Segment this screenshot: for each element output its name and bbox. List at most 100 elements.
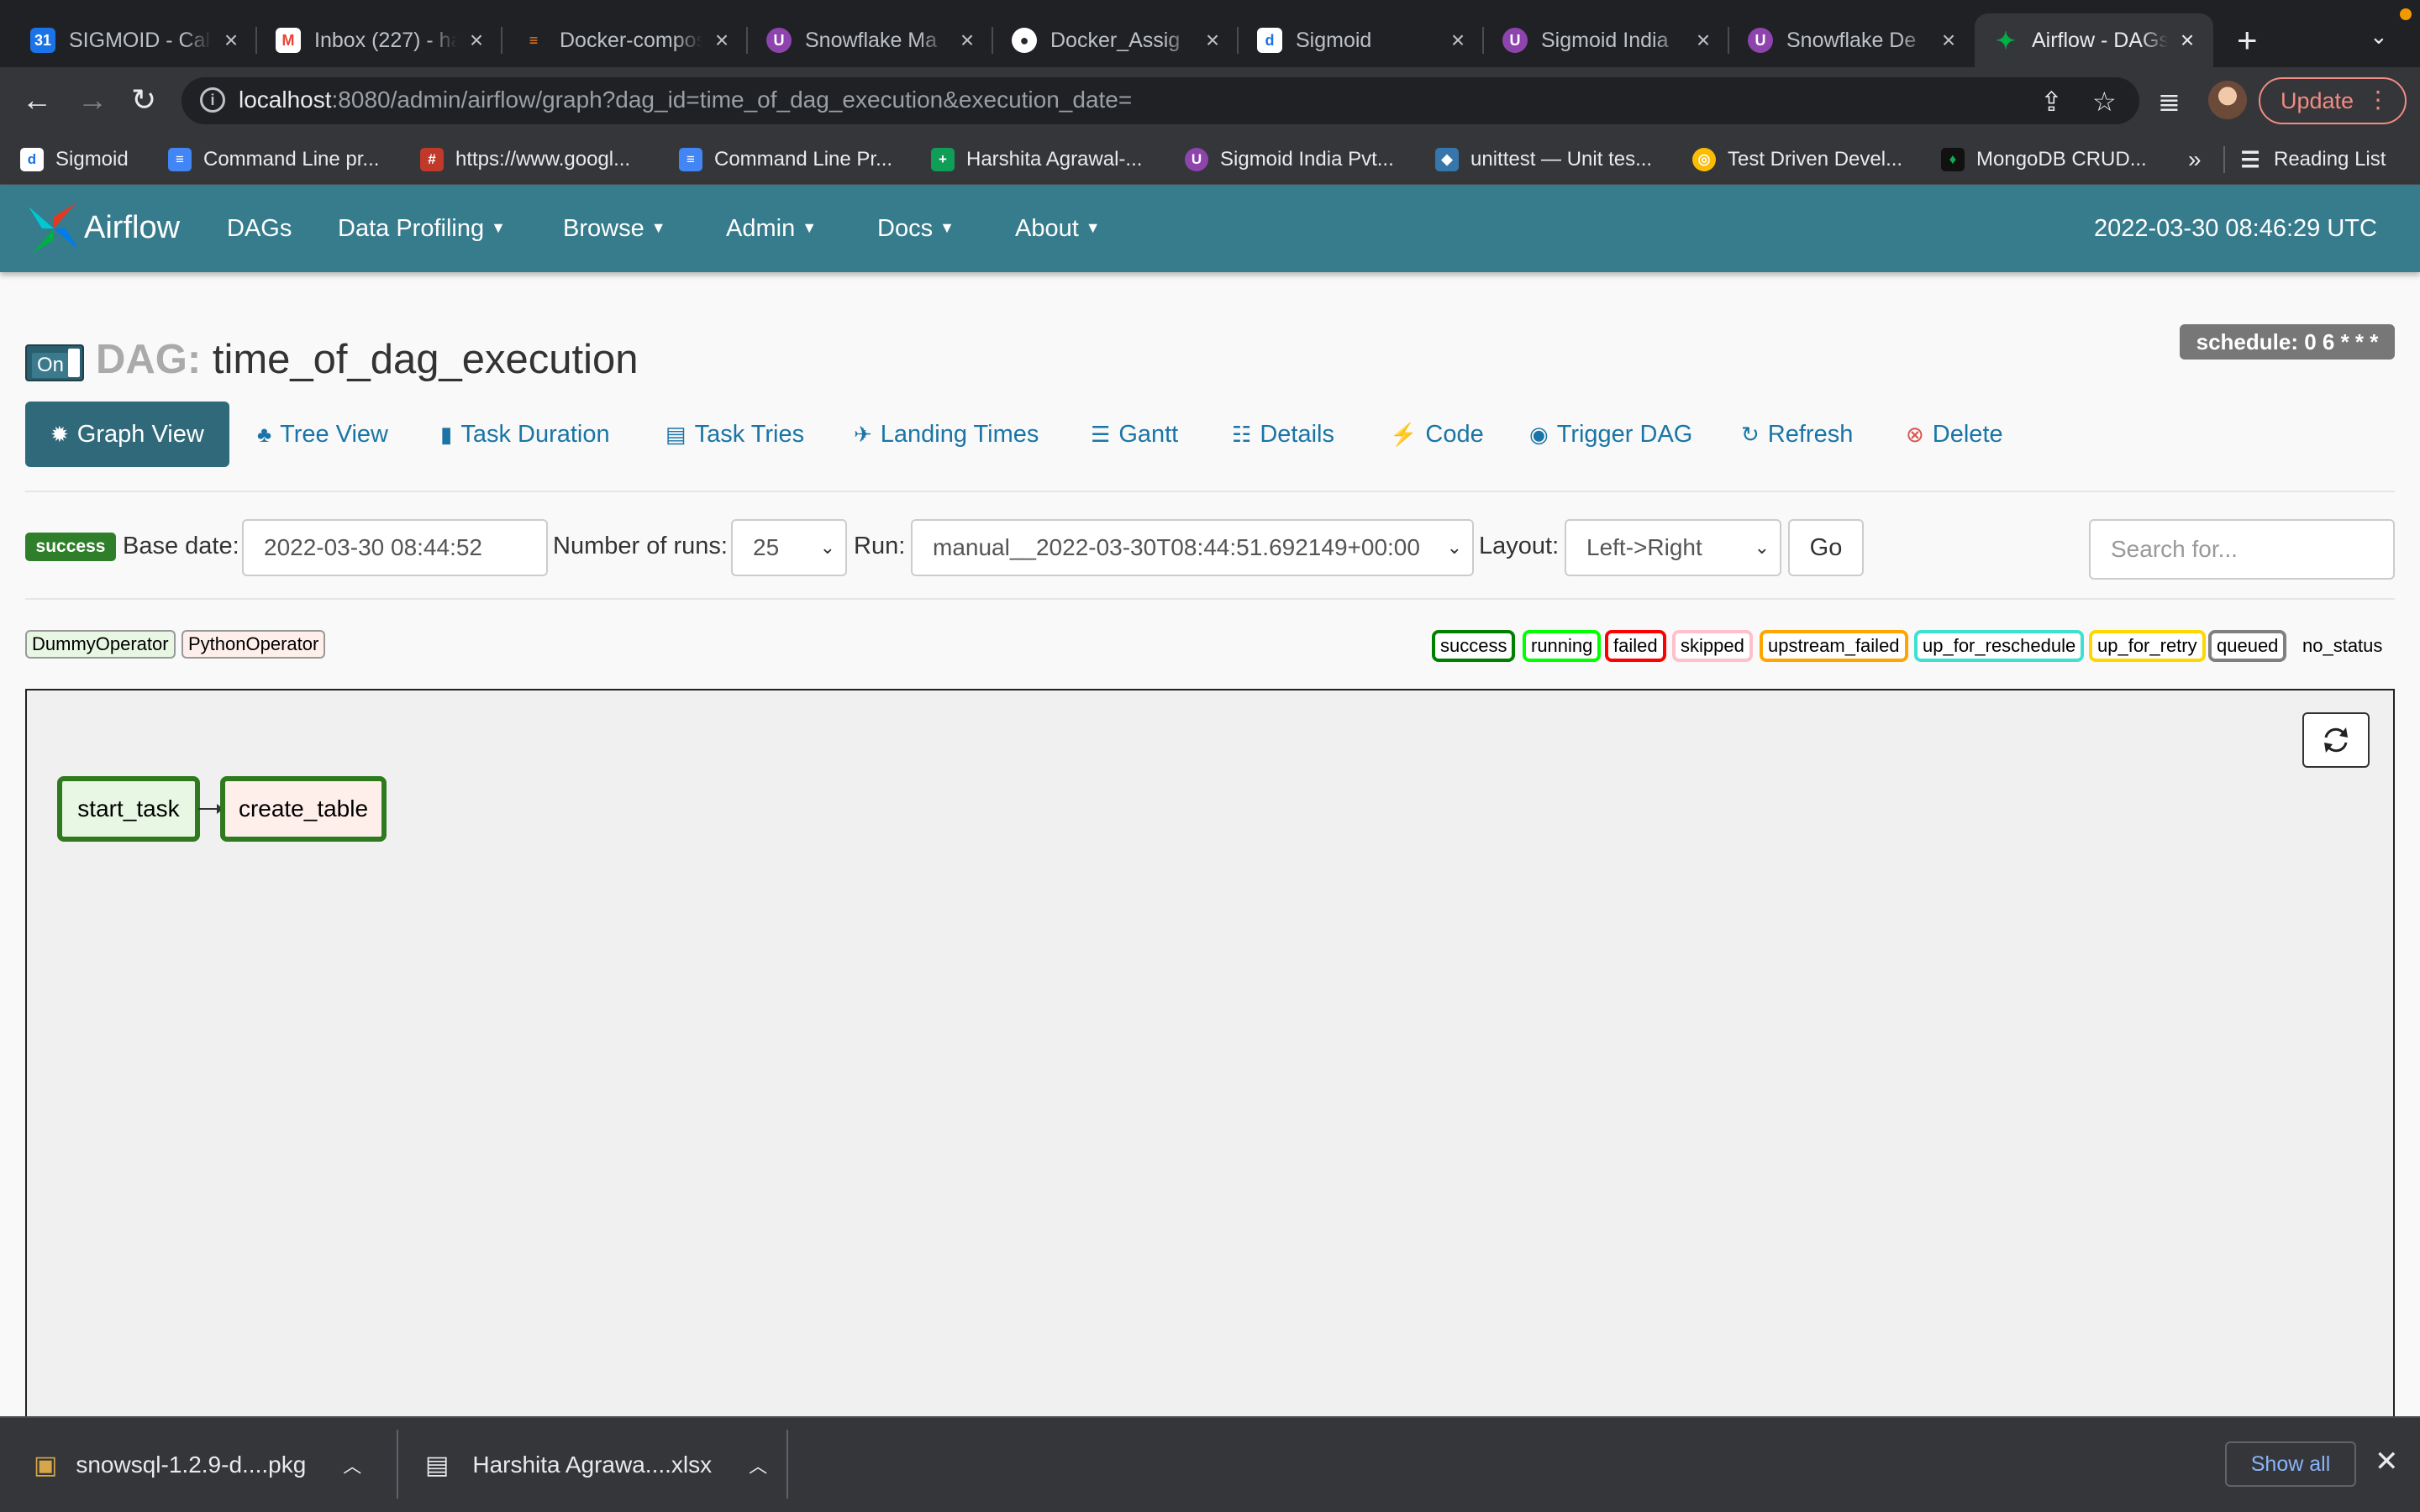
browser-tab-gmail[interactable]: M Inbox (227) - harshita ×: [257, 13, 502, 67]
browser-tab-sigmoid-india[interactable]: U Sigmoid India ×: [1484, 13, 1729, 67]
close-tab-icon[interactable]: ×: [466, 27, 487, 54]
bookmark-command-line-2[interactable]: ≡ Command Line Pr...: [679, 143, 892, 176]
tab-landing-times[interactable]: ✈ Landing Times: [854, 402, 1039, 467]
bookmark-harshita[interactable]: + Harshita Agrawal-...: [931, 143, 1142, 176]
base-date-input[interactable]: 2022-03-30 08:44:52: [242, 519, 548, 576]
state-upstream-failed[interactable]: upstream_failed: [1760, 630, 1908, 662]
run-select[interactable]: manual__2022-03-30T08:44:51.692149+00:00…: [911, 519, 1474, 576]
back-arrow-icon[interactable]: ←: [22, 82, 52, 118]
address-url[interactable]: localhost:8080/admin/airflow/graph?dag_i…: [239, 87, 1132, 113]
tab-code[interactable]: ⚡ Code: [1390, 402, 1484, 467]
state-queued[interactable]: queued: [2208, 630, 2287, 662]
tab-tree-view[interactable]: ♣ Tree View: [257, 402, 388, 467]
bookmark-unittest[interactable]: ◆ unittest — Unit tes...: [1435, 143, 1652, 176]
base-date-label: Base date:: [123, 533, 239, 559]
close-tab-icon[interactable]: ×: [711, 27, 733, 54]
reload-icon[interactable]: ↻: [131, 82, 156, 118]
bookmark-star-icon[interactable]: ☆: [2092, 86, 2117, 118]
chevron-up-icon[interactable]: ︿: [749, 1452, 767, 1478]
new-tab-icon[interactable]: +: [2237, 20, 2258, 60]
nav-about[interactable]: About ▼: [1015, 215, 1101, 243]
show-all-button[interactable]: Show all: [2225, 1441, 2356, 1487]
nav-data-profiling[interactable]: Data Profiling ▼: [338, 215, 506, 243]
bookmark-label: Harshita Agrawal-...: [966, 148, 1143, 171]
bookmark-sigmoid[interactable]: d Sigmoid: [20, 143, 129, 176]
tab-delete[interactable]: ⊗ Delete: [1906, 402, 2003, 467]
tab-title: Snowflake Ma: [805, 28, 938, 52]
state-success[interactable]: success: [1432, 630, 1516, 662]
close-tab-icon[interactable]: ×: [1692, 27, 1714, 54]
task-node-create-table[interactable]: create_table: [220, 776, 387, 842]
tab-trigger-dag[interactable]: ◉ Trigger DAG: [1529, 402, 1692, 467]
nav-admin[interactable]: Admin ▼: [726, 215, 817, 243]
state-up-for-retry[interactable]: up_for_retry: [2089, 630, 2206, 662]
state-no-status[interactable]: no_status: [2294, 630, 2391, 662]
bookmark-tdd[interactable]: ◎ Test Driven Devel...: [1692, 143, 1902, 176]
kebab-menu-icon[interactable]: ⋮: [2366, 86, 2390, 113]
nav-browse[interactable]: Browse ▼: [563, 215, 666, 243]
download-item-snowsql[interactable]: ▣ snowsql-1.2.9-d....pkg ︿: [34, 1438, 361, 1492]
dag-pause-toggle[interactable]: On: [25, 344, 84, 381]
state-up-for-reschedule[interactable]: up_for_reschedule: [1914, 630, 2085, 662]
browser-tab-snowflake-ma[interactable]: U Snowflake Ma ×: [748, 13, 993, 67]
tab-gantt[interactable]: ☰ Gantt: [1091, 402, 1178, 467]
tab-refresh[interactable]: ↻ Refresh: [1741, 402, 1853, 467]
media-control-icon[interactable]: ≣: [2158, 86, 2181, 118]
search-input[interactable]: Search for...: [2089, 519, 2395, 580]
tab-search-chevron-icon[interactable]: ⌄: [2370, 24, 2388, 50]
align-left-icon: ☰: [1091, 421, 1111, 447]
close-tab-icon[interactable]: ×: [220, 27, 242, 54]
flash-icon: ⚡: [1390, 421, 1418, 447]
task-node-start-task[interactable]: start_task: [57, 776, 200, 842]
bookmark-google[interactable]: # https://www.googl...: [420, 143, 630, 176]
close-tab-icon[interactable]: ×: [956, 27, 978, 54]
bookmark-sigmoid-india[interactable]: U Sigmoid India Pvt...: [1185, 143, 1394, 176]
state-skipped[interactable]: skipped: [1672, 630, 1753, 662]
nav-label: Data Profiling: [338, 215, 485, 242]
site-info-icon[interactable]: i: [200, 87, 225, 113]
airflow-icon: ✦: [1996, 27, 2016, 54]
tab-task-duration[interactable]: ▮ Task Duration: [440, 402, 610, 467]
close-tab-icon[interactable]: ×: [2176, 27, 2198, 54]
browser-tab-snowflake-de[interactable]: U Snowflake De ×: [1729, 13, 1975, 67]
num-runs-select[interactable]: 25 ⌄: [731, 519, 847, 576]
profile-avatar[interactable]: [2208, 81, 2247, 119]
tab-title: Sigmoid: [1296, 28, 1372, 52]
tab-graph-view[interactable]: ✹ Graph View: [25, 402, 229, 467]
num-runs-value: 25: [753, 534, 780, 560]
browser-tab-docker-assignment[interactable]: ● Docker_Assig ×: [993, 13, 1239, 67]
bookmark-label: https://www.googl...: [455, 148, 631, 171]
close-tab-icon[interactable]: ×: [1202, 27, 1223, 54]
nav-docs[interactable]: Docs ▼: [877, 215, 955, 243]
chevron-up-icon[interactable]: ︿: [343, 1452, 361, 1478]
bookmark-mongodb[interactable]: ♦ MongoDB CRUD...: [1941, 143, 2147, 176]
bookmark-command-line-1[interactable]: ≡ Command Line pr...: [168, 143, 379, 176]
airflow-logo-icon[interactable]: [24, 198, 84, 259]
state-running[interactable]: running: [1523, 630, 1602, 662]
share-icon[interactable]: ⇪: [2040, 86, 2063, 118]
nav-label: About: [1015, 215, 1079, 242]
tab-details[interactable]: ☷ Details: [1232, 402, 1334, 467]
tab-task-tries[interactable]: ▤ Task Tries: [666, 402, 804, 467]
bookmark-label: Sigmoid India Pvt...: [1220, 148, 1394, 171]
forward-arrow-icon[interactable]: →: [77, 82, 108, 118]
browser-tab-airflow[interactable]: ✦ Airflow - DAGs ×: [1975, 13, 2213, 67]
more-bookmarks-icon[interactable]: »: [2188, 143, 2202, 176]
browser-tab-sigmoid[interactable]: d Sigmoid ×: [1239, 13, 1484, 67]
download-item-xlsx[interactable]: ▤ Harshita Agrawa....xlsx ︿: [425, 1438, 767, 1492]
graph-refresh-button[interactable]: [2302, 712, 2370, 768]
state-failed[interactable]: failed: [1605, 630, 1666, 662]
layout-select[interactable]: Left->Right ⌄: [1565, 519, 1781, 576]
nav-dags[interactable]: DAGs: [227, 215, 292, 243]
reading-list[interactable]: ☰ Reading List: [2238, 143, 2386, 176]
update-button[interactable]: Update ⋮: [2259, 77, 2407, 124]
airflow-brand[interactable]: Airflow: [84, 210, 180, 246]
browser-tab-calendar[interactable]: 31 SIGMOID - Calendar ×: [12, 13, 257, 67]
close-tab-icon[interactable]: ×: [1938, 27, 1960, 54]
close-icon[interactable]: ✕: [2375, 1445, 2399, 1478]
browser-tab-docker-compose[interactable]: ≡ Docker-compose ×: [502, 13, 748, 67]
chevron-down-icon: ▼: [491, 219, 506, 236]
go-button[interactable]: Go: [1788, 519, 1864, 576]
close-tab-icon[interactable]: ×: [1447, 27, 1469, 54]
task-edge: [198, 804, 224, 814]
